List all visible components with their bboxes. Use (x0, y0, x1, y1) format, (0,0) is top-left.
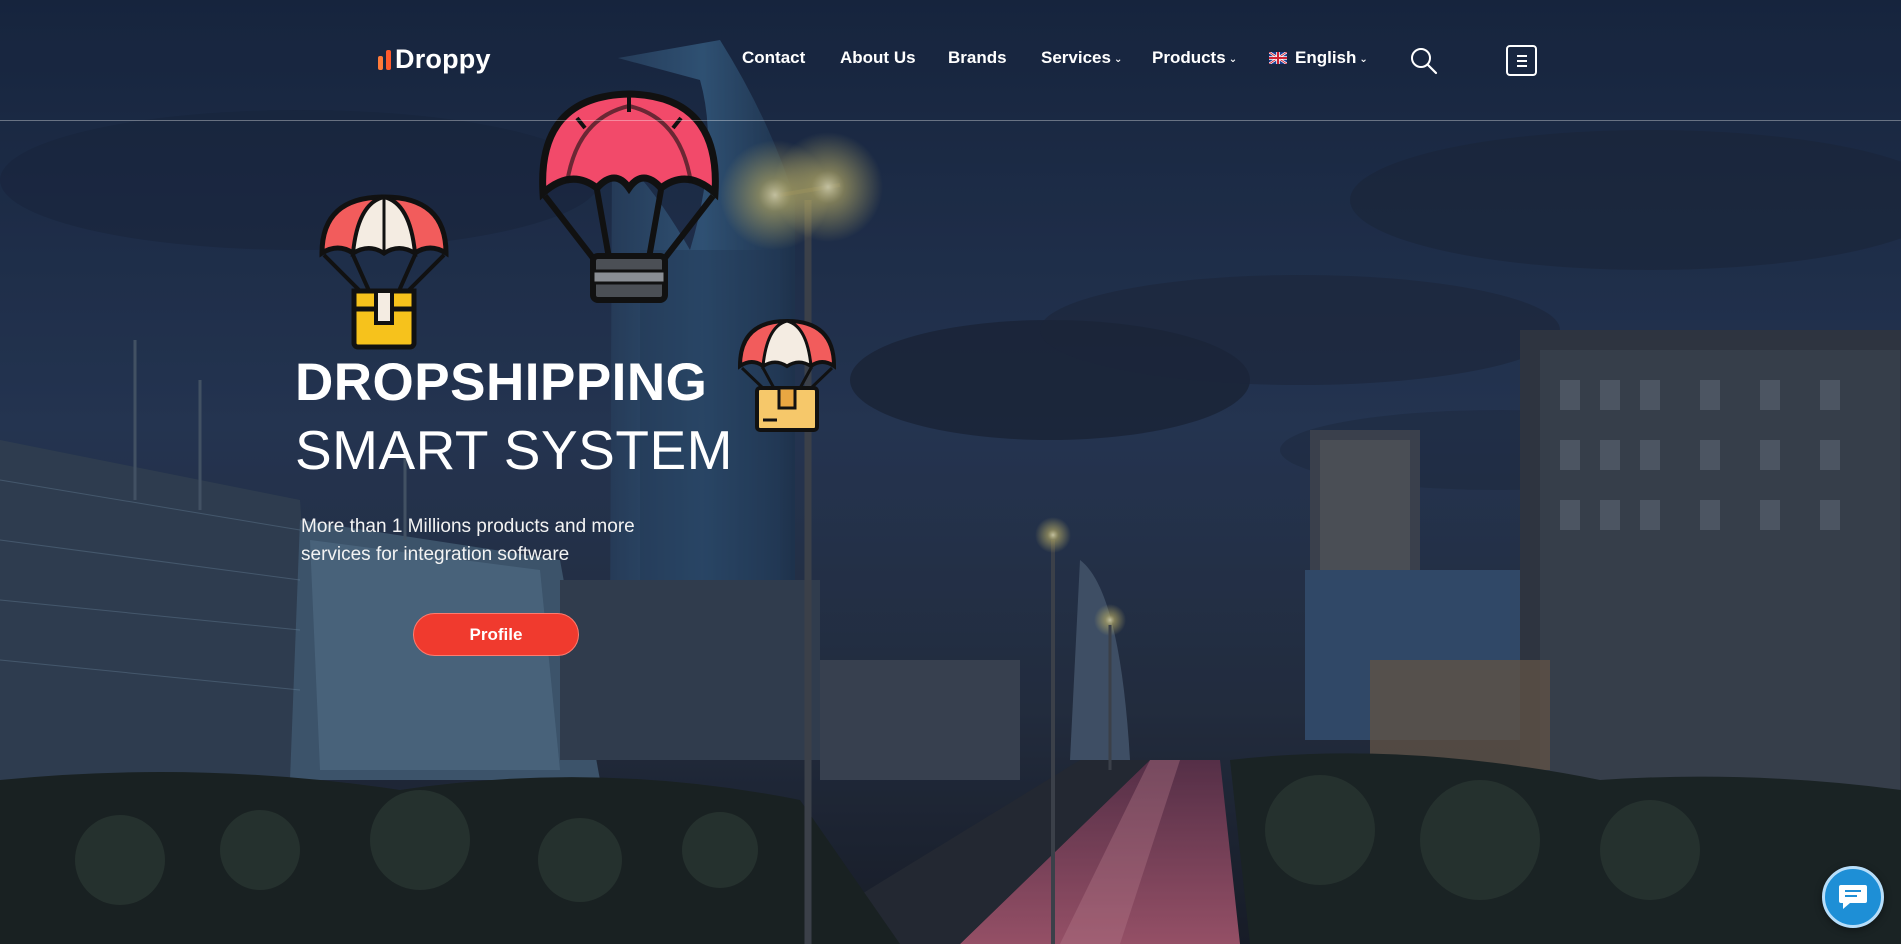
menu-icon-line (1516, 64, 1527, 67)
nav-label: Products (1152, 48, 1226, 67)
nav-label: Services (1041, 48, 1111, 67)
menu-icon-line (1516, 59, 1527, 62)
nav-about-us[interactable]: About Us (840, 48, 916, 68)
site-header: Droppy Contact About Us Brands Services … (0, 0, 1901, 121)
hero-title: DROPSHIPPING (295, 353, 708, 412)
search-button[interactable] (1410, 47, 1438, 75)
nav-label: Contact (742, 48, 806, 67)
menu-button[interactable] (1506, 45, 1537, 76)
nav-label: Brands (948, 48, 1007, 67)
nav-services[interactable]: Services ⌄ (1041, 48, 1122, 68)
brand-logo[interactable]: Droppy (378, 42, 491, 76)
parachute-package-icon (737, 318, 837, 432)
logo-mark-icon (378, 48, 391, 70)
brand-name: Droppy (395, 43, 491, 74)
nav-brands[interactable]: Brands (948, 48, 1007, 68)
nav-contact[interactable]: Contact (742, 48, 805, 68)
chevron-down-icon: ⌄ (1113, 53, 1123, 65)
language-selector[interactable]: English ⌄ (1269, 48, 1368, 68)
search-icon (1411, 48, 1438, 75)
uk-flag-icon (1269, 52, 1287, 64)
parachute-gift-icon (319, 194, 449, 350)
chat-widget-button[interactable] (1822, 866, 1884, 928)
hero-subtitle: SMART SYSTEM (295, 419, 733, 481)
profile-button[interactable]: Profile (413, 613, 579, 656)
menu-icon-line (1516, 54, 1527, 57)
hero-background-image (0, 0, 1901, 944)
language-label: English (1295, 48, 1357, 67)
hero-description: More than 1 Millions products and more s… (301, 516, 635, 565)
nav-label: About Us (840, 48, 916, 67)
chevron-down-icon: ⌄ (1359, 53, 1368, 65)
chevron-down-icon: ⌄ (1228, 53, 1238, 65)
nav-products[interactable]: Products ⌄ (1152, 48, 1237, 68)
chat-bubble-icon (1839, 885, 1867, 909)
